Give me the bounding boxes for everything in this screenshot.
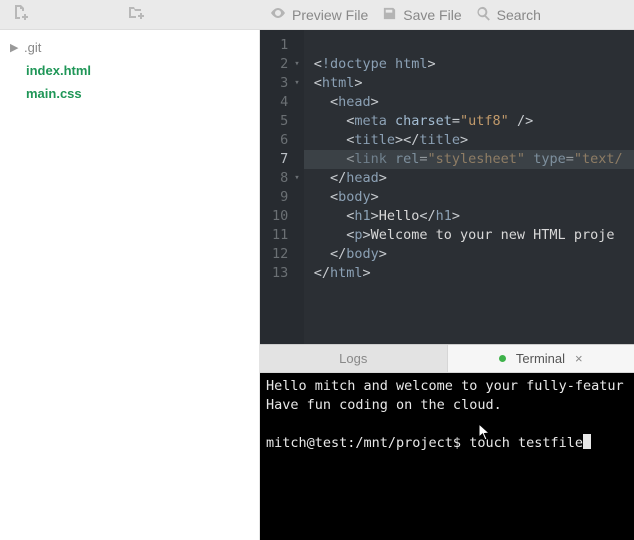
terminal-prompt: mitch@test:/mnt/project$	[266, 435, 469, 451]
save-file-label: Save File	[403, 7, 461, 23]
tab-terminal-label: Terminal	[516, 351, 565, 366]
status-dot-icon	[499, 355, 506, 362]
tree-file-label: index.html	[26, 63, 91, 78]
file-tree: ▶ .git index.html main.css	[0, 30, 260, 540]
chevron-right-icon: ▶	[10, 41, 20, 54]
search-icon	[476, 6, 491, 24]
tab-logs[interactable]: Logs	[260, 345, 448, 372]
terminal-motd-line: Hello mitch and welcome to your fully-fe…	[266, 378, 624, 394]
tree-file-index-html[interactable]: index.html	[0, 59, 259, 82]
tab-terminal[interactable]: Terminal ×	[448, 345, 634, 372]
editor-column: 1 2▾ 3▾ 4 5 6 7 8▾ 9 10 11 12 13 <!docty…	[260, 30, 634, 540]
tree-folder-git[interactable]: ▶ .git	[0, 36, 259, 59]
new-file-icon[interactable]	[12, 4, 28, 25]
close-icon[interactable]: ×	[575, 351, 583, 366]
fold-icon[interactable]: ▾	[294, 55, 299, 74]
fold-icon[interactable]: ▾	[294, 74, 299, 93]
save-icon	[382, 6, 397, 24]
editor-toolbar: Preview File Save File Search	[260, 5, 634, 24]
editor-gutter: 1 2▾ 3▾ 4 5 6 7 8▾ 9 10 11 12 13	[260, 30, 304, 344]
sidebar-toolbar	[0, 4, 260, 25]
terminal-motd-line: Have fun coding on the cloud.	[266, 397, 502, 413]
preview-file-label: Preview File	[292, 7, 368, 23]
code-content[interactable]: <!doctype html> <html> <head> <meta char…	[304, 30, 634, 344]
tree-folder-label: .git	[24, 40, 41, 55]
tree-file-label: main.css	[26, 86, 82, 101]
tab-logs-label: Logs	[339, 351, 367, 366]
panel-tabs: Logs Terminal ×	[260, 345, 634, 373]
preview-file-button[interactable]: Preview File	[270, 5, 368, 24]
search-button[interactable]: Search	[476, 6, 541, 24]
save-file-button[interactable]: Save File	[382, 6, 461, 24]
fold-icon[interactable]: ▾	[294, 169, 299, 188]
active-line-highlight	[304, 150, 634, 169]
main-toolbar: Preview File Save File Search	[0, 0, 634, 30]
bottom-panel: Logs Terminal × Hello mitch and welcome …	[260, 344, 634, 540]
terminal-cursor	[583, 434, 591, 449]
eye-icon	[270, 5, 286, 24]
cursor-pointer-icon	[478, 423, 492, 441]
code-editor[interactable]: 1 2▾ 3▾ 4 5 6 7 8▾ 9 10 11 12 13 <!docty…	[260, 30, 634, 344]
terminal[interactable]: Hello mitch and welcome to your fully-fe…	[260, 373, 634, 540]
tree-file-main-css[interactable]: main.css	[0, 82, 259, 105]
new-folder-icon[interactable]	[128, 4, 144, 25]
search-label: Search	[497, 7, 541, 23]
